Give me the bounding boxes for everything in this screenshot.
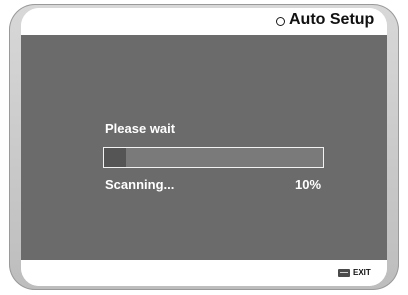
scanning-status: Scanning... xyxy=(105,177,175,192)
circle-icon xyxy=(276,17,285,26)
progress-percent: 10% xyxy=(295,177,322,192)
wait-message: Please wait xyxy=(105,121,176,136)
progress-bar xyxy=(103,147,324,168)
tv-screen: Auto Setup Please wait Scanning... 10% E… xyxy=(0,0,408,295)
footer-bar: EXIT xyxy=(21,260,387,286)
title-bar: Auto Setup xyxy=(21,8,387,34)
exit-label[interactable]: EXIT xyxy=(353,268,371,277)
exit-button-icon[interactable] xyxy=(338,269,350,277)
auto-setup-panel: Auto Setup Please wait Scanning... 10% E… xyxy=(21,8,387,286)
progress-bar-fill xyxy=(104,148,126,167)
content-area: Please wait Scanning... 10% xyxy=(21,35,387,260)
page-title: Auto Setup xyxy=(289,11,375,28)
